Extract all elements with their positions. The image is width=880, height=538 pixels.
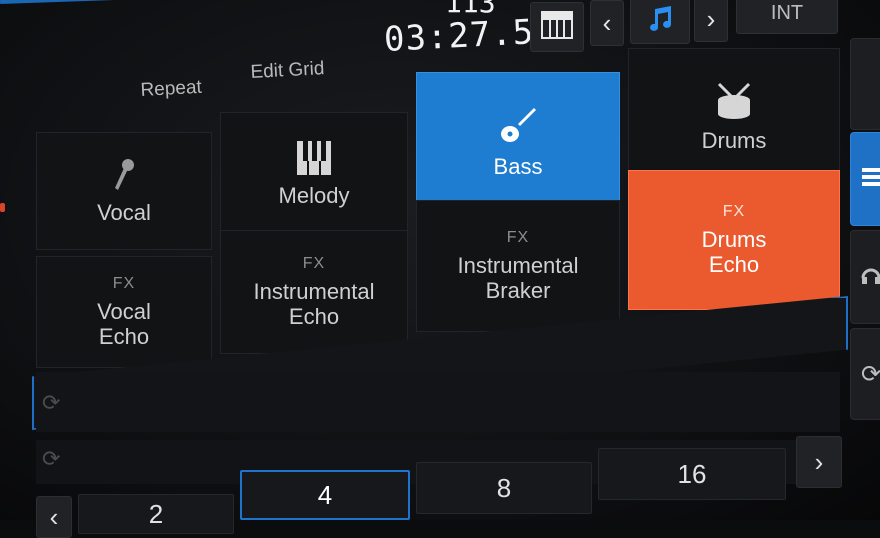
pad-melody[interactable]: Melody <box>220 112 408 236</box>
pad-drums[interactable]: Drums <box>628 48 840 186</box>
pad-label-line2: Echo <box>98 324 150 349</box>
pad-label-line1: Instrumental <box>457 253 579 278</box>
lane-loop-icon-2: ⟳ <box>42 446 61 471</box>
loop-size-8[interactable]: 8 <box>416 462 592 514</box>
pad-vocal[interactable]: Vocal <box>36 132 212 250</box>
microphone-icon <box>112 158 136 192</box>
piano-keys-icon <box>297 140 331 175</box>
pad-label: Drums <box>701 127 767 153</box>
chevron-left-icon: ‹ <box>49 501 59 532</box>
pad-drums-echo[interactable]: FX Drums Echo <box>628 170 840 310</box>
pad-label: Melody <box>278 182 350 208</box>
pad-label: Vocal <box>97 199 151 225</box>
loop-size-label: 4 <box>317 479 333 510</box>
app-stage: 113 03:27.52 ‹ › INT Repeat Edit Grid ⟳ … <box>0 0 880 538</box>
pad-label-line1: Instrumental <box>253 279 375 304</box>
pad-bass[interactable]: Bass <box>416 72 620 212</box>
pad-label-line1: Vocal <box>97 299 151 324</box>
loop-size-label: 16 <box>677 458 707 489</box>
pad-label: Bass <box>493 153 543 179</box>
loop-size-label: 8 <box>496 472 512 503</box>
fx-tag: FX <box>506 229 530 246</box>
pad-instrumental-echo[interactable]: FX Instrumental Echo <box>220 230 408 354</box>
pad-label-line2: Echo <box>708 252 760 277</box>
lane-loop-icon-1: ⟳ <box>42 390 61 415</box>
drum-icon <box>713 82 755 120</box>
sequence-lane-1[interactable] <box>36 372 840 432</box>
pad-label-line1: Drums <box>701 227 767 252</box>
pad-label-line2: Echo <box>288 304 340 329</box>
pad-label-line2: Braker <box>485 278 551 303</box>
chevron-right-icon: › <box>814 446 824 477</box>
pad-vocal-echo[interactable]: FX Vocal Echo <box>36 256 212 368</box>
loop-size-label: 2 <box>148 498 164 529</box>
fx-tag: FX <box>722 203 746 220</box>
loop-size-16[interactable]: 16 <box>598 448 786 500</box>
fx-tag: FX <box>112 275 136 292</box>
guitar-icon <box>498 106 538 146</box>
loop-size-4[interactable]: 4 <box>240 470 410 520</box>
loop-prev-button[interactable]: ‹ <box>36 496 72 538</box>
pad-instrumental-braker[interactable]: FX Instrumental Braker <box>416 200 620 332</box>
loop-next-button[interactable]: › <box>796 436 842 488</box>
loop-size-2[interactable]: 2 <box>78 494 234 534</box>
fx-tag: FX <box>302 255 326 272</box>
